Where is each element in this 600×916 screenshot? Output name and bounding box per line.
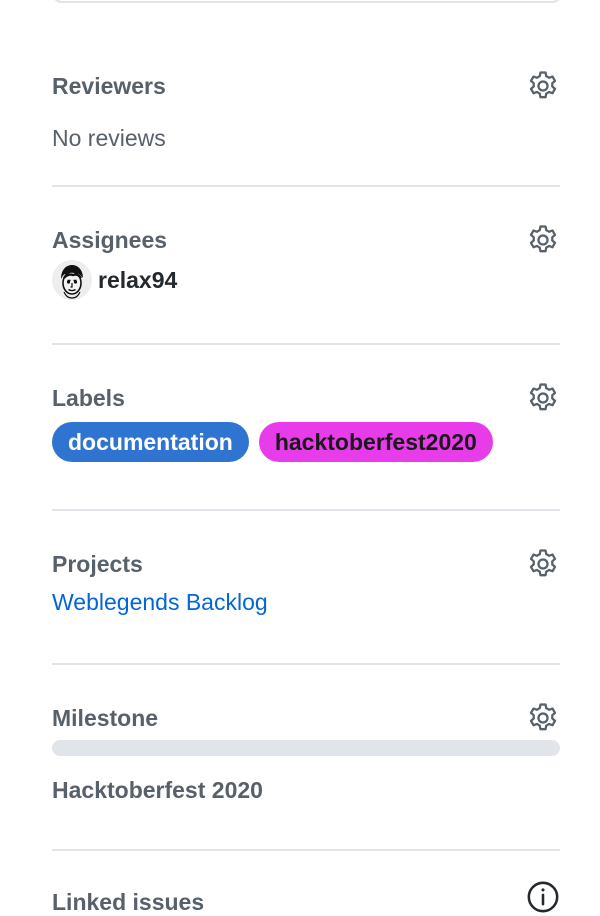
- reviewers-heading: Reviewers: [52, 73, 166, 99]
- info-icon[interactable]: [526, 880, 560, 914]
- projects-gear-icon[interactable]: [526, 547, 560, 581]
- labels-gear-icon[interactable]: [526, 381, 560, 415]
- avatar: [52, 260, 92, 300]
- divider: [52, 509, 560, 511]
- assignees-gear-icon[interactable]: [526, 223, 560, 257]
- milestone-title[interactable]: Hacktoberfest 2020: [52, 776, 263, 804]
- milestone-progress-bar: [52, 740, 560, 756]
- divider: [52, 343, 560, 345]
- label-documentation[interactable]: documentation: [52, 422, 249, 462]
- milestone-heading: Milestone: [52, 705, 159, 731]
- assignee-login: relax94: [98, 267, 178, 293]
- milestone-gear-icon[interactable]: [526, 701, 560, 735]
- divider: [52, 663, 560, 665]
- reviewers-gear-icon[interactable]: [526, 69, 560, 103]
- project-link[interactable]: Weblegends Backlog: [52, 588, 268, 616]
- assignees-heading: Assignees: [52, 227, 168, 253]
- divider: [52, 185, 560, 187]
- labels-list: documentation hacktoberfest2020: [52, 422, 493, 462]
- reviewers-empty-text: No reviews: [52, 125, 166, 151]
- assignee-item[interactable]: relax94: [52, 260, 177, 300]
- label-hacktoberfest2020[interactable]: hacktoberfest2020: [258, 422, 493, 462]
- top-input-edge: [52, 0, 562, 3]
- labels-heading: Labels: [52, 385, 125, 411]
- linked-issues-heading: Linked issues: [52, 889, 205, 915]
- projects-heading: Projects: [52, 551, 143, 577]
- divider: [52, 849, 560, 851]
